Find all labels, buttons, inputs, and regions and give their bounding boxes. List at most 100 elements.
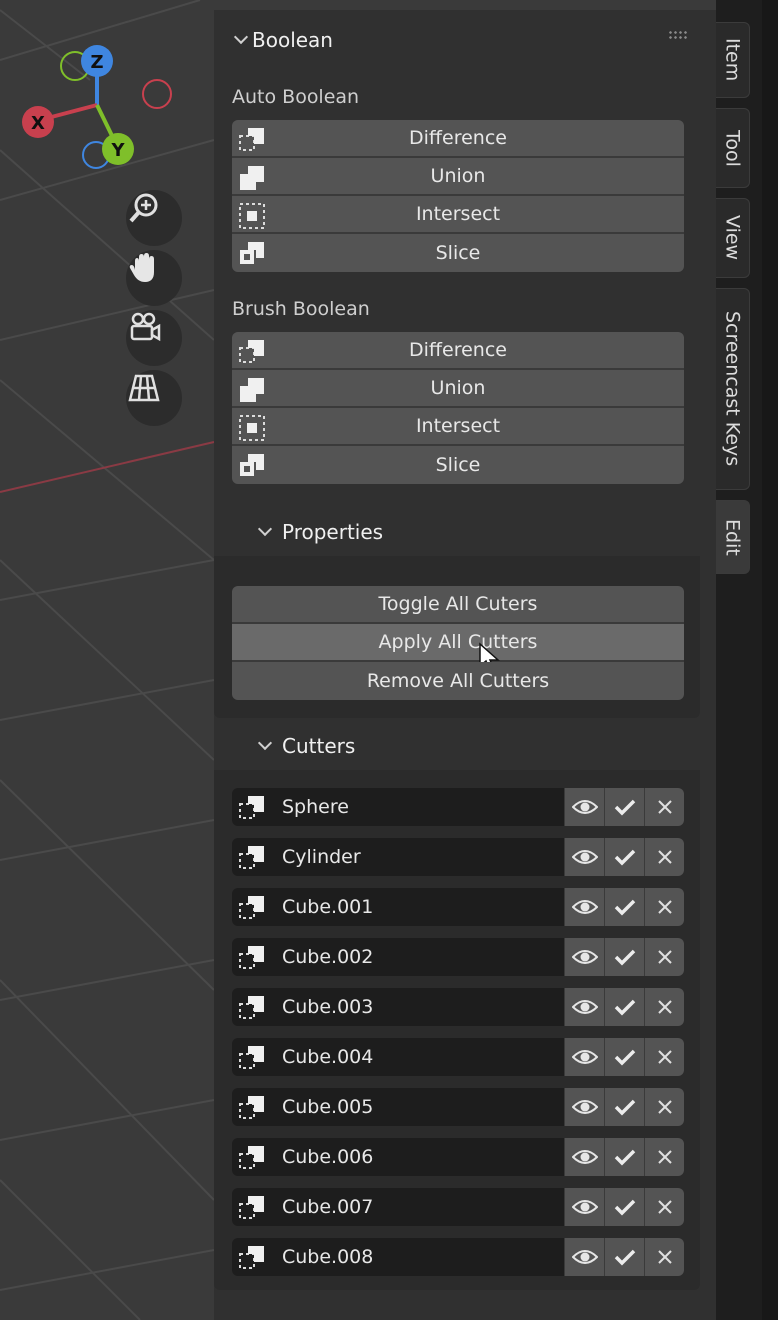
cutter-visibility-button[interactable] (564, 1038, 604, 1076)
cutter-name-field[interactable]: Cube.004 (232, 1038, 564, 1076)
cutter-name-field[interactable]: Cube.006 (232, 1138, 564, 1176)
cutter-remove-button[interactable] (644, 988, 684, 1026)
cutter-name: Cube.001 (282, 896, 374, 918)
cutter-apply-button[interactable] (604, 1188, 644, 1226)
cutter-visibility-button[interactable] (564, 1188, 604, 1226)
drag-grip-icon[interactable] (668, 30, 688, 40)
brush-slice-label: Slice (435, 454, 481, 476)
boolean-panel-header[interactable]: Boolean (214, 20, 716, 60)
cutter-apply-button[interactable] (604, 1138, 644, 1176)
remove-all-cutters-button[interactable]: Remove All Cutters (232, 662, 684, 700)
cutter-apply-button[interactable] (604, 988, 644, 1026)
cutter-remove-button[interactable] (644, 1238, 684, 1276)
cutter-name: Sphere (282, 796, 349, 818)
auto-slice-label: Slice (435, 242, 481, 264)
cutter-name-field[interactable]: Cube.005 (232, 1088, 564, 1126)
eye-icon (571, 1000, 598, 1014)
navigation-gizmo[interactable]: Z X Y (0, 0, 200, 200)
cutter-remove-button[interactable] (644, 788, 684, 826)
tab-view-label: View (721, 215, 744, 261)
auto-difference-button[interactable]: Difference (232, 120, 684, 158)
properties-subpanel-header[interactable]: Properties (214, 510, 700, 554)
cutter-remove-button[interactable] (644, 938, 684, 976)
cutter-name-field[interactable]: Cylinder (232, 838, 564, 876)
boolean-difference-icon (239, 1196, 264, 1219)
camera-view-button[interactable] (126, 310, 182, 366)
apply-all-cutters-button[interactable]: Apply All Cutters (232, 624, 684, 673)
zoom-icon (129, 193, 158, 223)
cutters-title: Cutters (282, 734, 356, 758)
cutter-name-field[interactable]: Cube.007 (232, 1188, 564, 1226)
brush-intersect-button[interactable]: Intersect (232, 408, 684, 446)
cutter-row[interactable]: Cube.004 (232, 1038, 684, 1076)
close-icon (657, 1050, 672, 1064)
auto-union-button[interactable]: Union (232, 158, 684, 196)
cutter-name: Cube.008 (282, 1246, 374, 1268)
cutter-row[interactable]: Cube.008 (232, 1238, 684, 1276)
cutter-remove-button[interactable] (644, 1138, 684, 1176)
cutter-remove-button[interactable] (644, 1188, 684, 1226)
zoom-button[interactable] (126, 190, 182, 246)
cutter-visibility-button[interactable] (564, 788, 604, 826)
cutter-apply-button[interactable] (604, 838, 644, 876)
tab-edit-label: Edit (721, 518, 744, 556)
auto-intersect-button[interactable]: Intersect (232, 196, 684, 234)
brush-union-button[interactable]: Union (232, 370, 684, 408)
cutter-row[interactable]: Cylinder (232, 838, 684, 876)
eye-icon (571, 800, 598, 814)
perspective-toggle-button[interactable] (126, 370, 182, 426)
tab-view[interactable]: View (716, 198, 750, 278)
brush-difference-button[interactable]: Difference (232, 332, 684, 370)
cutter-visibility-button[interactable] (564, 1138, 604, 1176)
cutter-apply-button[interactable] (604, 938, 644, 976)
tab-screencast-keys[interactable]: Screencast Keys (716, 288, 750, 490)
cutter-name-field[interactable]: Cube.008 (232, 1238, 564, 1276)
grid-icon (128, 374, 160, 402)
cutter-name-field[interactable]: Cube.002 (232, 938, 564, 976)
cutter-name-field[interactable]: Sphere (232, 788, 564, 826)
pan-button[interactable] (126, 250, 182, 306)
cutter-row[interactable]: Sphere (232, 788, 684, 826)
boolean-difference-icon (239, 1046, 264, 1069)
cutter-visibility-button[interactable] (564, 838, 604, 876)
boolean-union-icon (240, 166, 264, 190)
cutter-row[interactable]: Cube.006 (232, 1138, 684, 1176)
cutter-name-field[interactable]: Cube.001 (232, 888, 564, 926)
cutter-remove-button[interactable] (644, 838, 684, 876)
cutter-row[interactable]: Cube.002 (232, 938, 684, 976)
tab-tool[interactable]: Tool (716, 108, 750, 188)
cutter-remove-button[interactable] (644, 1088, 684, 1126)
eye-icon (571, 950, 598, 964)
tab-item[interactable]: Item (716, 22, 750, 98)
cutter-apply-button[interactable] (604, 1238, 644, 1276)
checkmark-icon (614, 1099, 635, 1116)
cutter-row[interactable]: Cube.005 (232, 1088, 684, 1126)
cutter-remove-button[interactable] (644, 888, 684, 926)
cutter-remove-button[interactable] (644, 1038, 684, 1076)
cutter-row[interactable]: Cube.001 (232, 888, 684, 926)
cutter-row[interactable]: Cube.007 (232, 1188, 684, 1226)
cutter-apply-button[interactable] (604, 1088, 644, 1126)
auto-difference-label: Difference (409, 127, 507, 149)
auto-slice-button[interactable]: Slice (232, 234, 684, 272)
cutter-name-field[interactable]: Cube.003 (232, 988, 564, 1026)
toggle-all-cutters-button[interactable]: Toggle All Cuters (232, 586, 684, 624)
cutter-visibility-button[interactable] (564, 888, 604, 926)
auto-intersect-label: Intersect (415, 203, 501, 225)
cutter-visibility-button[interactable] (564, 938, 604, 976)
cutter-visibility-button[interactable] (564, 988, 604, 1026)
cutter-apply-button[interactable] (604, 888, 644, 926)
cutter-visibility-button[interactable] (564, 1238, 604, 1276)
tab-edit[interactable]: Edit (716, 500, 750, 574)
cutter-row[interactable]: Cube.003 (232, 988, 684, 1026)
cutters-subpanel-header[interactable]: Cutters (214, 724, 700, 768)
boolean-slice-icon (240, 454, 264, 476)
close-icon (657, 800, 672, 814)
neg-x-axis-handle[interactable] (142, 79, 172, 109)
cutter-apply-button[interactable] (604, 788, 644, 826)
cutter-apply-button[interactable] (604, 1038, 644, 1076)
cutter-visibility-button[interactable] (564, 1088, 604, 1126)
brush-slice-button[interactable]: Slice (232, 446, 684, 484)
chevron-down-icon (233, 29, 249, 45)
checkmark-icon (614, 899, 635, 916)
